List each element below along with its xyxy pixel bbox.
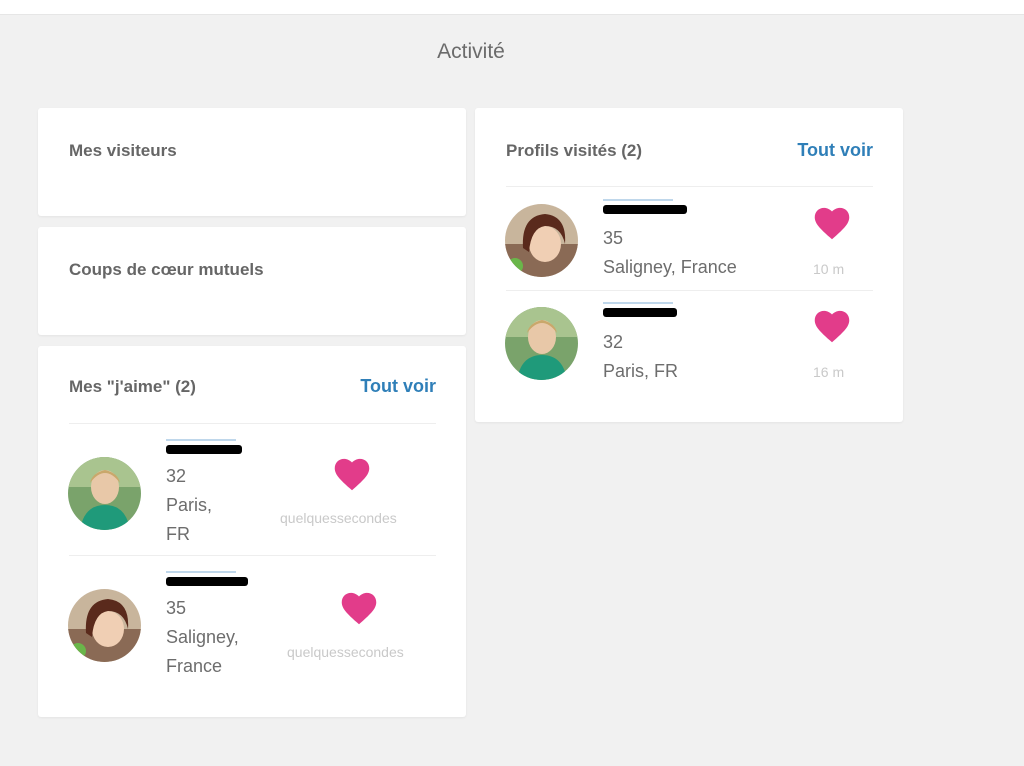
visited-profiles-card: Profils visités (2) Tout voir 35 Saligne…	[475, 108, 903, 422]
age: 35	[603, 228, 624, 248]
age: 35	[166, 598, 187, 618]
like-time: quelquessecondes	[280, 510, 397, 526]
country: FR	[166, 524, 190, 544]
visitors-title: Mes visiteurs	[69, 141, 177, 160]
age: 32	[603, 332, 624, 352]
page-title: Activité	[437, 40, 505, 63]
city: Paris,	[166, 495, 213, 515]
city: Saligney,	[166, 627, 239, 647]
age: 32	[166, 466, 187, 486]
my-likes-card: Mes "j'aime" (2) Tout voir 32 Paris, FR …	[38, 346, 466, 717]
divider	[69, 555, 436, 556]
visit-time: 16 m	[813, 364, 845, 380]
visit-time: 10 m	[813, 261, 845, 277]
avatar[interactable]	[505, 204, 578, 277]
heart-icon[interactable]	[814, 207, 850, 240]
visitors-card: Mes visiteurs	[38, 108, 466, 216]
mutual-likes-card: Coups de cœur mutuels	[38, 227, 466, 335]
divider	[506, 186, 873, 187]
avatar[interactable]	[68, 589, 141, 662]
avatar[interactable]	[68, 457, 141, 530]
visited-see-all-link[interactable]: Tout voir	[797, 140, 873, 161]
heart-icon[interactable]	[814, 310, 850, 343]
likes-see-all-link[interactable]: Tout voir	[360, 376, 436, 397]
redacted-name	[603, 205, 687, 214]
avatar[interactable]	[505, 307, 578, 380]
heart-icon[interactable]	[334, 458, 370, 491]
location: Paris, FR	[603, 361, 679, 381]
mutual-likes-title: Coups de cœur mutuels	[69, 260, 264, 279]
top-bar	[0, 0, 1024, 15]
redacted-name	[166, 445, 242, 454]
redacted-name	[603, 308, 677, 317]
heart-icon[interactable]	[341, 592, 377, 625]
divider	[506, 290, 873, 291]
country: France	[166, 656, 223, 676]
my-likes-title: Mes "j'aime" (2)	[69, 377, 196, 396]
location: Saligney, France	[603, 257, 737, 277]
redacted-name	[166, 577, 248, 586]
divider	[69, 423, 436, 424]
visited-profiles-title: Profils visités (2)	[506, 141, 643, 160]
like-time: quelquessecondes	[287, 644, 404, 660]
